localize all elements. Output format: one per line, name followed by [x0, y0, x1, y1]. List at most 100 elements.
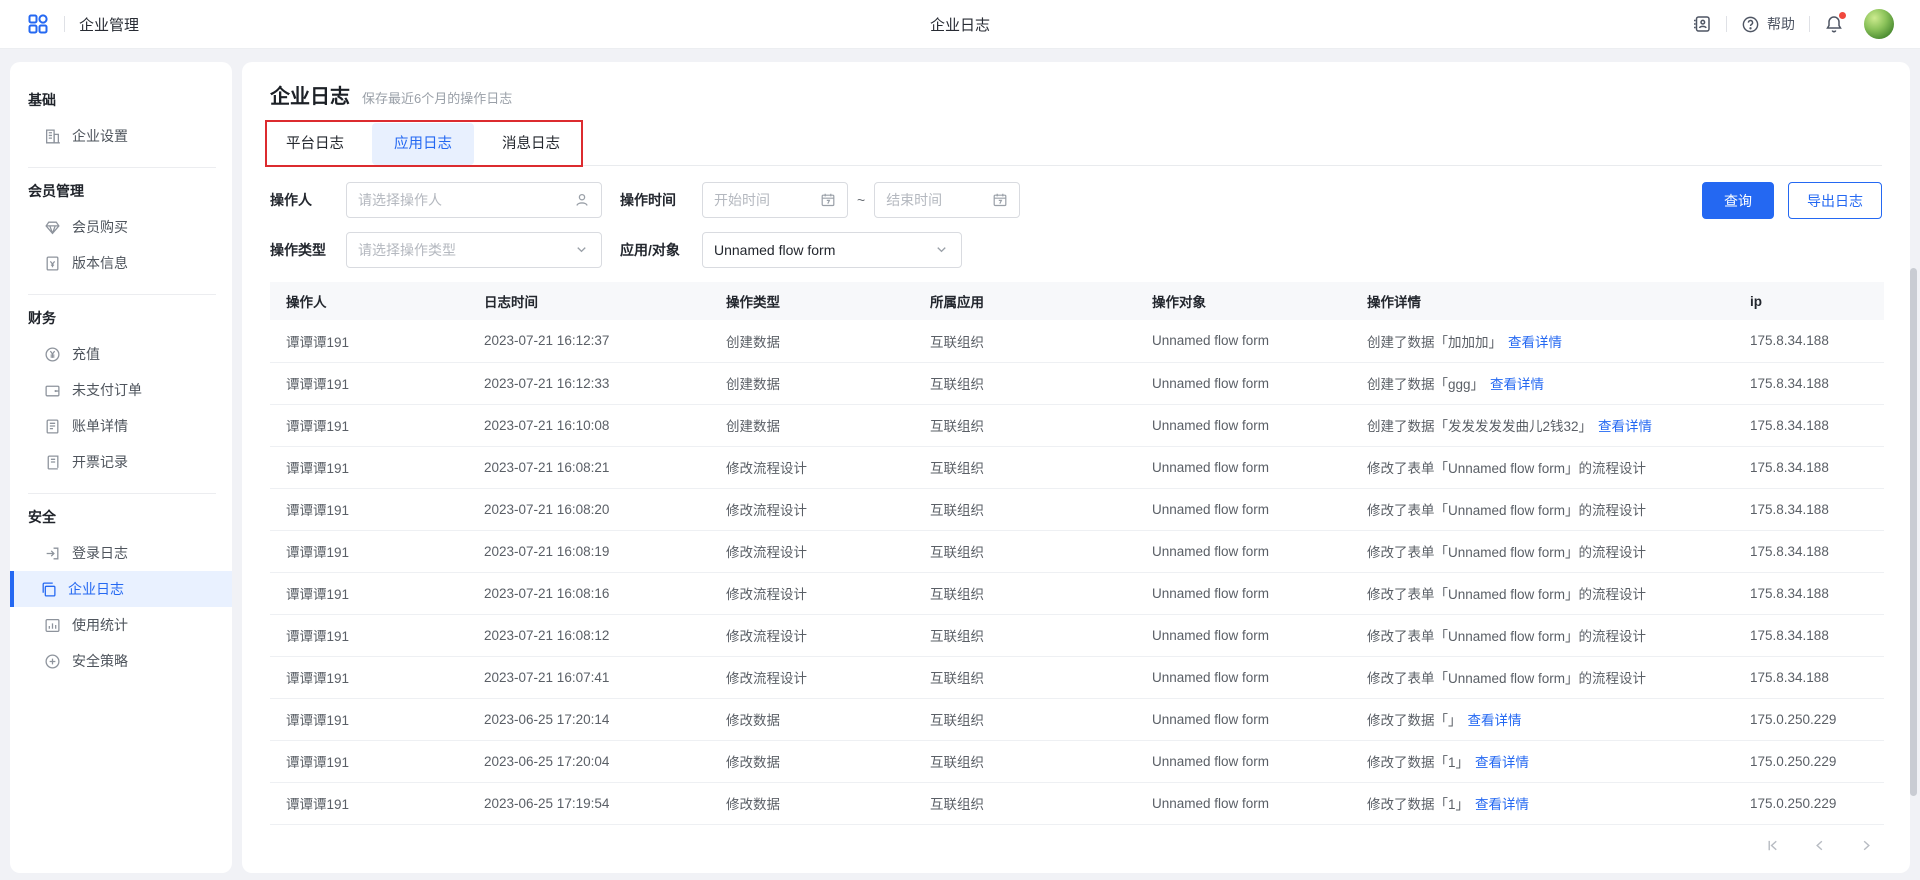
- column-header: 操作对象: [1136, 282, 1351, 320]
- app-object-select[interactable]: Unnamed flow form: [702, 232, 962, 268]
- sidebar-item-label: 登录日志: [72, 543, 128, 563]
- cell-type: 修改数据: [710, 698, 914, 740]
- cell-operator: 谭谭谭191: [270, 488, 468, 530]
- cell-type: 修改数据: [710, 740, 914, 782]
- cell-time: 2023-07-21 16:10:08: [468, 404, 710, 446]
- sidebar-item-version-info[interactable]: 版本信息: [26, 245, 216, 281]
- sidebar-item-security-policy[interactable]: 安全策略: [26, 643, 216, 679]
- building-icon: [44, 128, 61, 145]
- tab-app-log[interactable]: 应用日志: [372, 123, 474, 165]
- cell-operator: 谭谭谭191: [270, 404, 468, 446]
- cell-ip: 175.8.34.188: [1734, 656, 1884, 698]
- table-row: 谭谭谭1912023-07-21 16:08:19修改流程设计互联组织Unnam…: [270, 530, 1884, 572]
- cell-app: 互联组织: [914, 488, 1136, 530]
- table-row: 谭谭谭1912023-07-21 16:08:16修改流程设计互联组织Unnam…: [270, 572, 1884, 614]
- cell-detail: 修改了表单「Unnamed flow form」的流程设计: [1351, 530, 1734, 572]
- login-arrow-icon: [44, 545, 61, 562]
- operator-select[interactable]: 请选择操作人: [346, 182, 602, 218]
- sidebar-item-login-log[interactable]: 登录日志: [26, 535, 216, 571]
- sidebar-item-usage-stats[interactable]: 使用统计: [26, 607, 216, 643]
- sidebar-item-enterprise-log[interactable]: 企业日志: [10, 571, 232, 607]
- view-detail-link[interactable]: 查看详情: [1475, 755, 1529, 770]
- type-select[interactable]: 请选择操作类型: [346, 232, 602, 268]
- table-row: 谭谭谭1912023-07-21 16:07:41修改流程设计互联组织Unnam…: [270, 656, 1884, 698]
- contact-card-icon[interactable]: [1692, 14, 1712, 34]
- divider: [1809, 16, 1810, 32]
- version-doc-icon: [44, 255, 61, 272]
- chevron-down-icon: [934, 242, 950, 258]
- table-row: 谭谭谭1912023-07-21 16:08:12修改流程设计互联组织Unnam…: [270, 614, 1884, 656]
- cell-ip: 175.8.34.188: [1734, 446, 1884, 488]
- cell-type: 修改流程设计: [710, 488, 914, 530]
- sidebar-item-label: 会员购买: [72, 217, 128, 237]
- log-table: 操作人日志时间操作类型所属应用操作对象操作详情ip 谭谭谭1912023-07-…: [270, 282, 1884, 825]
- cell-detail: 修改了表单「Unnamed flow form」的流程设计: [1351, 572, 1734, 614]
- sidebar-item-enterprise-settings[interactable]: 企业设置: [26, 118, 216, 154]
- time-label: 操作时间: [620, 190, 702, 210]
- cell-operator: 谭谭谭191: [270, 530, 468, 572]
- sidebar-item-recharge[interactable]: 充值: [26, 336, 216, 372]
- cell-app: 互联组织: [914, 572, 1136, 614]
- table-row: 谭谭谭1912023-07-21 16:12:33创建数据互联组织Unnamed…: [270, 362, 1884, 404]
- bill-doc-icon: [44, 418, 61, 435]
- cell-ip: 175.8.34.188: [1734, 488, 1884, 530]
- wallet-icon: [44, 382, 61, 399]
- notification-bell-icon[interactable]: [1824, 14, 1844, 34]
- sidebar-item-label: 版本信息: [72, 253, 128, 273]
- chevron-right-icon[interactable]: [1859, 838, 1874, 853]
- cell-type: 修改流程设计: [710, 572, 914, 614]
- cell-time: 2023-07-21 16:08:19: [468, 530, 710, 572]
- invoice-doc-icon: [44, 454, 61, 471]
- sidebar-item-member-purchase[interactable]: 会员购买: [26, 209, 216, 245]
- app-grid-icon[interactable]: [26, 12, 50, 36]
- chevron-left-icon[interactable]: [1812, 838, 1827, 853]
- calendar-icon: [820, 192, 836, 208]
- cell-operator: 谭谭谭191: [270, 572, 468, 614]
- sidebar-item-unpaid-orders[interactable]: 未支付订单: [26, 372, 216, 408]
- cell-operator: 谭谭谭191: [270, 698, 468, 740]
- end-time-input[interactable]: 结束时间: [874, 182, 1020, 218]
- cell-app: 互联组织: [914, 320, 1136, 362]
- view-detail-link[interactable]: 查看详情: [1598, 419, 1652, 434]
- cell-detail: 修改了表单「Unnamed flow form」的流程设计: [1351, 446, 1734, 488]
- start-time-input[interactable]: 开始时间: [702, 182, 848, 218]
- view-detail-link[interactable]: 查看详情: [1508, 335, 1562, 350]
- cell-target: Unnamed flow form: [1136, 782, 1351, 824]
- cell-detail: 修改了数据「1」查看详情: [1351, 740, 1734, 782]
- topbar-page-title: 企业日志: [930, 14, 990, 35]
- column-header: 操作类型: [710, 282, 914, 320]
- avatar[interactable]: [1864, 9, 1894, 39]
- scrollbar-thumb[interactable]: [1910, 268, 1917, 796]
- view-detail-link[interactable]: 查看详情: [1475, 797, 1529, 812]
- cell-target: Unnamed flow form: [1136, 572, 1351, 614]
- chevron-down-icon: [574, 242, 590, 258]
- sidebar-item-label: 企业日志: [68, 579, 124, 599]
- help-label: 帮助: [1767, 14, 1795, 34]
- view-detail-link[interactable]: 查看详情: [1468, 713, 1522, 728]
- tab-message-log[interactable]: 消息日志: [486, 123, 576, 165]
- cell-detail: 创建了数据「加加加」查看详情: [1351, 320, 1734, 362]
- export-log-button[interactable]: 导出日志: [1788, 182, 1882, 219]
- view-detail-link[interactable]: 查看详情: [1490, 377, 1544, 392]
- divider: [64, 16, 65, 32]
- filters: 操作人 请选择操作人 操作时间 开始时间: [270, 182, 1882, 268]
- cell-time: 2023-07-21 16:08:20: [468, 488, 710, 530]
- cell-app: 互联组织: [914, 614, 1136, 656]
- tab-platform-log[interactable]: 平台日志: [270, 123, 360, 165]
- sidebar-item-invoice-records[interactable]: 开票记录: [26, 444, 216, 480]
- cell-ip: 175.8.34.188: [1734, 614, 1884, 656]
- sidebar-item-label: 账单详情: [72, 416, 128, 436]
- cell-time: 2023-07-21 16:08:12: [468, 614, 710, 656]
- cell-detail: 修改了数据「1」查看详情: [1351, 782, 1734, 824]
- cell-target: Unnamed flow form: [1136, 656, 1351, 698]
- question-circle-icon: [1741, 14, 1761, 34]
- help-button[interactable]: 帮助: [1741, 14, 1795, 34]
- notification-dot: [1839, 12, 1846, 19]
- cell-target: Unnamed flow form: [1136, 362, 1351, 404]
- cell-detail: 修改了表单「Unnamed flow form」的流程设计: [1351, 614, 1734, 656]
- first-page-icon[interactable]: [1765, 838, 1780, 853]
- cell-time: 2023-07-21 16:12:33: [468, 362, 710, 404]
- query-button[interactable]: 查询: [1702, 182, 1774, 219]
- sidebar-item-bill-details[interactable]: 账单详情: [26, 408, 216, 444]
- cell-operator: 谭谭谭191: [270, 362, 468, 404]
